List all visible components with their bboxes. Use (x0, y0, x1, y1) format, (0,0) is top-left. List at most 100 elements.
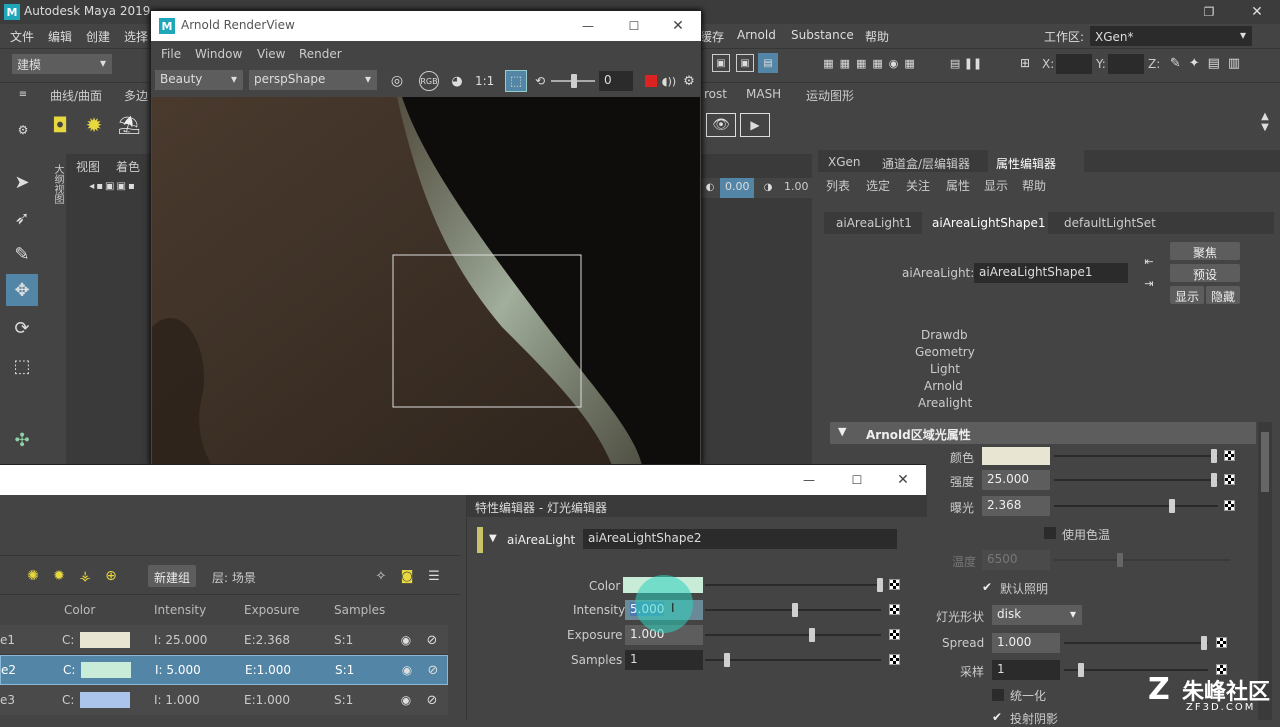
zoom-ratio[interactable]: 1:1 (475, 74, 494, 88)
prop-color-knob[interactable] (877, 578, 883, 592)
move-tool-icon[interactable]: ✥ (6, 274, 38, 306)
exposure-slider-knob[interactable] (1169, 499, 1175, 513)
arv-exposure-field[interactable]: 0 (599, 71, 633, 91)
light-shape-select[interactable]: disk ▾ (992, 605, 1082, 625)
focus-button[interactable]: 聚焦 (1170, 242, 1240, 260)
tab-attribute-editor[interactable]: 属性编辑器 (996, 155, 1056, 172)
spread-field[interactable]: 1.000 (992, 633, 1060, 653)
le-maximize-icon[interactable]: ☐ (848, 471, 866, 489)
shelf-tab-curves[interactable]: 曲线/曲面 (50, 87, 102, 104)
skydome-icon[interactable]: ⛱ (116, 113, 142, 137)
prop-intensity-knob[interactable] (792, 603, 798, 617)
render-viewport[interactable] (152, 97, 700, 465)
intensity-field[interactable]: 25.000 (982, 470, 1050, 490)
spread-slider-knob[interactable] (1201, 636, 1207, 650)
hide-button[interactable]: 隐藏 (1206, 286, 1240, 304)
new-group-button[interactable]: 新建组 (148, 565, 196, 587)
eye-icon[interactable]: 👁 (706, 113, 736, 137)
prop-samples-field[interactable]: 1 (625, 650, 703, 670)
mesh-light-icon[interactable]: ✹ (82, 113, 106, 137)
tab-channel-box[interactable]: 通道盒/层编辑器 (882, 155, 970, 172)
spread-slider[interactable] (1064, 642, 1208, 644)
tab-xgen[interactable]: XGen (828, 155, 861, 169)
samples-field[interactable]: 1 (992, 660, 1060, 680)
panel-menu-shading[interactable]: 着色 (116, 158, 140, 175)
shelf-gear-icon[interactable]: ⚙ (16, 123, 30, 137)
close-icon[interactable]: ✕ (1248, 4, 1266, 20)
normalize-checkbox[interactable] (992, 689, 1004, 701)
prop-intensity-map-icon[interactable] (889, 604, 900, 615)
exposure-slider-knob[interactable] (571, 74, 577, 88)
prop-exposure-slider[interactable] (705, 634, 881, 636)
intensity-map-icon[interactable] (1224, 474, 1235, 485)
restore-icon[interactable]: ❐ (1200, 4, 1218, 20)
camera-select[interactable]: perspShape ▾ (249, 70, 377, 90)
play-icon[interactable]: ▶ (740, 113, 770, 137)
prop-exposure-map-icon[interactable] (889, 629, 900, 640)
viewport-exposure-field[interactable]: 0.00 (720, 178, 754, 198)
shelf-tab-xgen[interactable]: rost (704, 87, 727, 101)
row-color-swatch[interactable] (81, 662, 131, 678)
arv-menu-window[interactable]: Window (195, 47, 242, 61)
samples-slider-knob[interactable] (1078, 663, 1084, 677)
arv-close-icon[interactable]: ✕ (669, 17, 687, 35)
menu-file[interactable]: 文件 (10, 28, 34, 45)
exposure-field[interactable]: 2.368 (982, 496, 1050, 516)
viewport-exposure-icon[interactable]: ◐ (704, 180, 716, 194)
ipr-icon[interactable]: ▣ (736, 54, 754, 72)
node-tab-lightset[interactable]: defaultLightSet (1064, 216, 1156, 230)
default-light-check-icon[interactable]: ✔ (982, 580, 992, 594)
aov-select[interactable]: Beauty ▾ (155, 70, 243, 90)
use-temp-checkbox[interactable] (1044, 527, 1056, 539)
scale-tool-icon[interactable]: ⬚ (6, 350, 38, 382)
stop-render-icon[interactable] (645, 75, 657, 87)
rotate-tool-icon[interactable]: ⟳ (6, 312, 38, 344)
lasso-tool-icon[interactable]: ➶ (6, 202, 38, 234)
ae-menu-list[interactable]: 列表 (826, 177, 850, 194)
arv-menu-view[interactable]: View (257, 47, 285, 61)
y-field[interactable] (1108, 54, 1144, 74)
shelf-tab-motion[interactable]: 运动图形 (806, 87, 854, 104)
intensity-slider[interactable] (1054, 479, 1218, 481)
snap-icon[interactable]: ⊞ (1016, 54, 1034, 72)
isolate-row-icon[interactable]: ◉ (399, 662, 415, 678)
paint-select-icon[interactable]: ✎ (6, 238, 38, 270)
panel-menu-view[interactable]: 视图 (76, 158, 100, 175)
color-map-icon[interactable] (1224, 450, 1235, 461)
select-tool-icon[interactable]: ➤ (6, 166, 38, 198)
render-target-icon[interactable]: ◎ (387, 71, 407, 91)
prop-exposure-knob[interactable] (809, 628, 815, 642)
node-tab-transform[interactable]: aiAreaLight1 (836, 216, 912, 230)
prop-samples-knob[interactable] (724, 653, 730, 667)
node-input-icon[interactable]: ⇤ (1142, 254, 1156, 268)
exposure-map-icon[interactable] (1224, 500, 1235, 511)
workspace-select[interactable]: XGen* ▾ (1090, 26, 1252, 46)
arv-menu-render[interactable]: Render (299, 47, 342, 61)
spread-map-icon[interactable] (1216, 637, 1227, 648)
menu-cache[interactable]: 缓存 (700, 28, 724, 45)
shelf-menu-icon[interactable]: ≡ (18, 89, 28, 100)
pause-icon[interactable]: ▤ ❚❚ (946, 54, 986, 72)
show-button[interactable]: 显示 (1170, 286, 1204, 304)
exposure-slider[interactable] (1054, 505, 1218, 507)
rgb-icon[interactable]: RGB (419, 71, 439, 91)
render-settings-icon[interactable]: ▤ (758, 53, 778, 73)
render-icon[interactable]: ▣ (712, 54, 730, 72)
le-minimize-icon[interactable]: — (800, 471, 818, 489)
table-row-selected[interactable]: e2 C: I: 5.000 E:1.000 S:1 ◉ ⊘ (0, 655, 448, 685)
light-link-icon[interactable]: ◙ (398, 568, 416, 584)
lut-icon[interactable]: ◕ (447, 71, 467, 91)
menu-arnold[interactable]: Arnold (737, 28, 776, 42)
node-name-field[interactable]: aiAreaLightShape1 (974, 263, 1128, 283)
node-output-icon[interactable]: ⇥ (1142, 276, 1156, 290)
prop-color-map-icon[interactable] (889, 579, 900, 590)
shelf-tab-mash[interactable]: MASH (746, 87, 781, 101)
shelf-scroll-icon[interactable]: ▲ ▼ (1258, 107, 1272, 137)
arv-settings-icon[interactable]: ⚙ (681, 71, 697, 91)
disable-row-icon[interactable]: ⊘ (424, 692, 440, 708)
prop-samples-slider[interactable] (705, 659, 881, 661)
disable-row-icon[interactable]: ⊘ (424, 632, 440, 648)
ae-menu-help[interactable]: 帮助 (1022, 177, 1046, 194)
mode-select[interactable]: 建模 ▾ (12, 54, 112, 74)
arv-menu-file[interactable]: File (161, 47, 181, 61)
